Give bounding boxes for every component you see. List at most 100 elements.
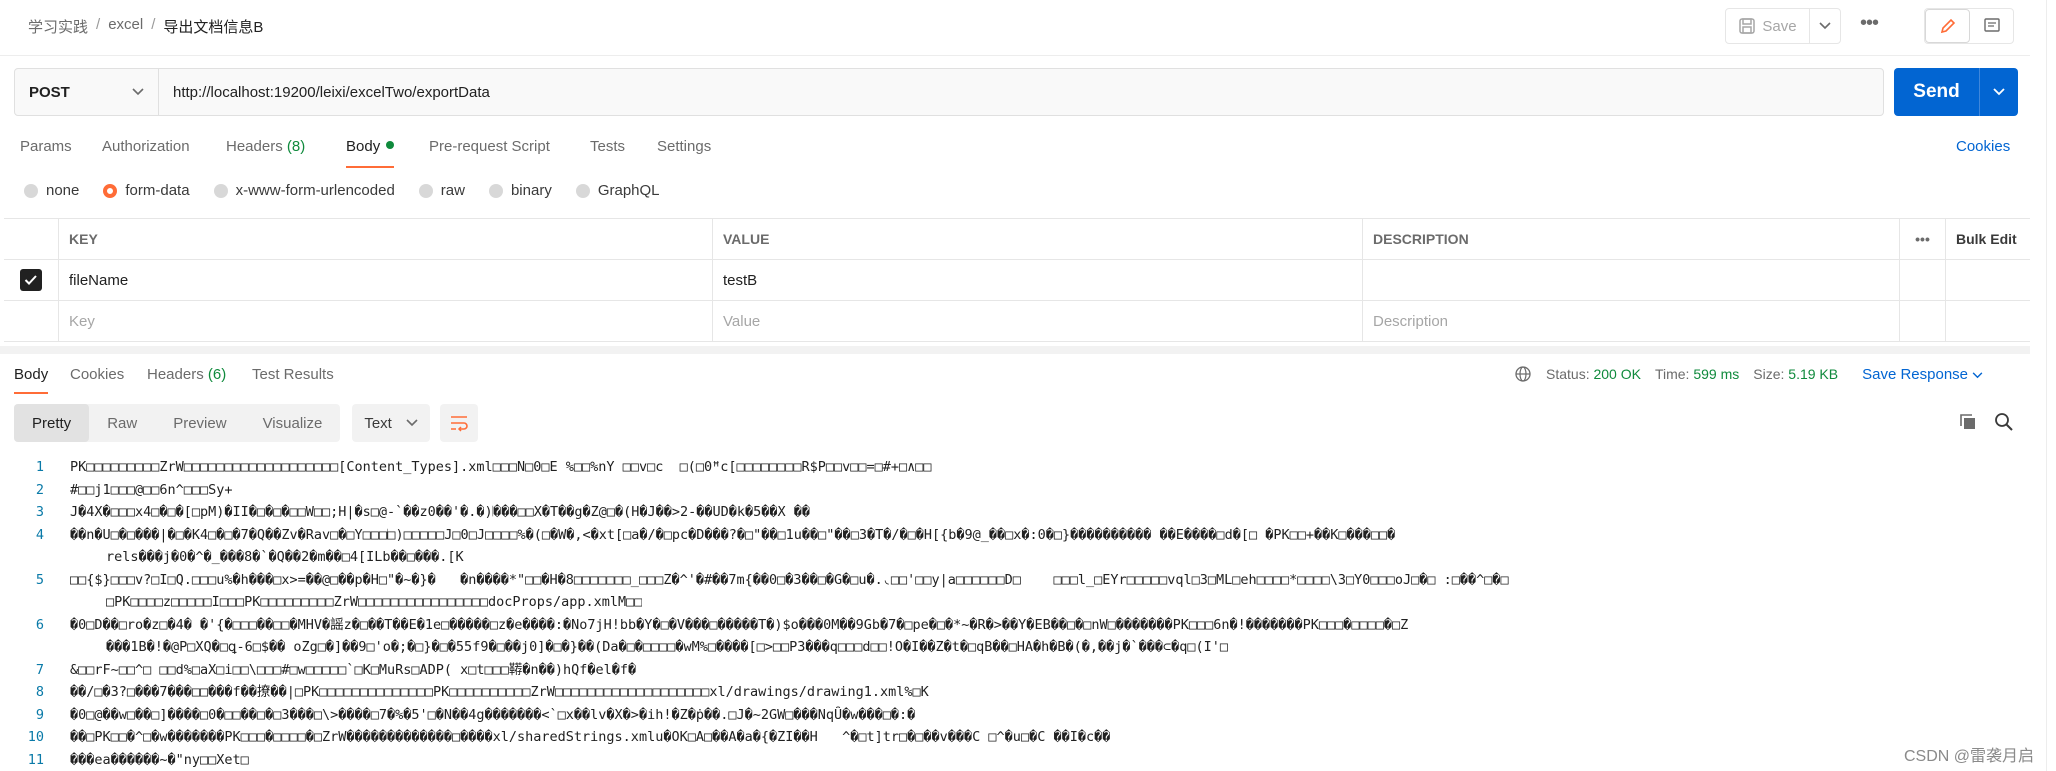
row-key-cell[interactable]: fileName: [59, 260, 713, 300]
body-type-options: none form-data x-www-form-urlencoded raw…: [24, 182, 660, 199]
response-tab-headers[interactable]: Headers (6): [147, 366, 226, 383]
documentation-mode-button[interactable]: [1970, 9, 2013, 43]
size-readout: Size: 5.19 KB: [1753, 366, 1838, 382]
tab-params[interactable]: Params: [20, 138, 72, 155]
send-button[interactable]: Send: [1894, 68, 1980, 116]
search-icon[interactable]: [1994, 412, 2014, 432]
tab-body[interactable]: Body: [346, 138, 395, 168]
response-view-toolbar: Pretty Raw Preview Visualize Text: [14, 403, 478, 443]
body-type-graphql[interactable]: GraphQL: [575, 182, 660, 199]
line-text: �0□D��□ro�z□�4� �'{�□□□��□□�MHV�謡z�□��T�…: [70, 616, 1409, 633]
edit-mode-button[interactable]: [1925, 9, 1970, 43]
row-checkbox-cell: [4, 260, 59, 300]
radio-icon: [24, 183, 38, 198]
tab-authorization[interactable]: Authorization: [102, 138, 190, 155]
chevron-down-icon: [1819, 22, 1831, 30]
body-type-binary[interactable]: binary: [488, 182, 552, 199]
tab-pre-request-script[interactable]: Pre-request Script: [429, 138, 550, 155]
globe-icon[interactable]: [1514, 365, 1532, 383]
row-spacer: [1946, 260, 2030, 300]
radio-icon: [575, 183, 590, 198]
code-line-wrapped: rels���j�0�^�_���8�`�Q��2�m��□4[ILb��□��…: [0, 546, 2005, 569]
line-text: �0□@��w□��□]����□0�□□��□�□3���□\>����□7�…: [70, 706, 916, 723]
column-options-button[interactable]: •••: [1900, 219, 1946, 259]
row-spacer: [1900, 301, 1946, 341]
line-text: ��□PK□□�^□�w�������PK□□□�□□□□�□ZrW������…: [70, 729, 1111, 745]
line-number: 8: [35, 684, 44, 700]
response-tab-test-results[interactable]: Test Results: [252, 366, 334, 383]
line-number: 5: [35, 571, 44, 588]
breadcrumb-collection[interactable]: 学习实践: [28, 16, 88, 37]
column-header-key: KEY: [59, 219, 713, 259]
more-actions-button[interactable]: •••: [1860, 12, 1879, 35]
request-tabs: Params Authorization Headers (8) Body Pr…: [0, 132, 2030, 168]
pencil-icon: [1940, 18, 1955, 34]
new-value-input[interactable]: Value: [713, 301, 1363, 341]
pane-divider[interactable]: [0, 346, 2030, 354]
checkmark-icon: [24, 275, 37, 285]
breadcrumb-separator: /: [151, 16, 156, 33]
code-line-wrapped: □PK□□□□z□□□□□I□□□PK□□□□□□□□□ZrW□□□□□□□□□…: [0, 591, 2005, 614]
code-line: 6 �0□D��□ro�z□�4� �'{�□□□��□□�MHV�謡z�□��T…: [0, 614, 2005, 637]
bulk-edit-button[interactable]: Bulk Edit: [1946, 219, 2030, 259]
time-label: Time:: [1654, 366, 1690, 382]
cookies-link[interactable]: Cookies: [1956, 138, 2010, 155]
send-options-button[interactable]: [1980, 68, 2018, 116]
wrap-lines-button[interactable]: [439, 404, 478, 442]
method-select[interactable]: POST: [15, 69, 159, 115]
send-button-group: Send: [1894, 68, 2018, 116]
row-value-cell[interactable]: testB: [713, 260, 1363, 300]
view-visualize-button[interactable]: Visualize: [245, 404, 341, 442]
tab-tests[interactable]: Tests: [590, 138, 625, 155]
line-number: 7: [35, 661, 44, 678]
response-status-area: Status: 200 OK Time: 599 ms Size: 5.19 K…: [1514, 365, 1983, 383]
top-bar: 学习实践 / excel / 导出文档信息B Save •••: [0, 0, 2030, 56]
size-label: Size:: [1753, 366, 1785, 382]
view-preview-button[interactable]: Preview: [155, 404, 244, 442]
response-tab-headers-count: (6): [207, 366, 227, 383]
time-value: 599 ms: [1693, 366, 1740, 382]
view-pretty-button[interactable]: Pretty: [14, 404, 90, 442]
right-sidebar-rail: [2046, 0, 2056, 771]
chevron-down-icon: [1993, 88, 2005, 96]
save-button[interactable]: Save: [1726, 9, 1810, 43]
format-select[interactable]: Text: [352, 404, 430, 442]
code-line: 7 &□□rF~□□^□ □□d%□aX□i□□\□□□#□w□□□□□`□K□M…: [0, 659, 2005, 682]
body-type-form-data[interactable]: form-data: [103, 182, 190, 199]
code-line: 2 #□□j1□□□@□□6n^□□□Sy+: [0, 479, 2005, 502]
save-response-button[interactable]: Save Response: [1862, 366, 1983, 383]
line-number: 10: [27, 729, 44, 745]
new-key-input[interactable]: Key: [59, 301, 713, 341]
format-label: Text: [364, 414, 392, 432]
body-type-raw[interactable]: raw: [418, 182, 465, 199]
body-type-none[interactable]: none: [24, 182, 79, 199]
new-description-input[interactable]: Description: [1363, 301, 1900, 341]
line-number: 3: [35, 504, 44, 520]
row-enabled-checkbox[interactable]: [20, 269, 42, 291]
breadcrumb-request-name[interactable]: 导出文档信息B: [163, 16, 263, 37]
save-options-button[interactable]: [1810, 9, 1840, 43]
tab-headers[interactable]: Headers (8): [226, 138, 305, 155]
response-tab-cookies[interactable]: Cookies: [70, 366, 124, 383]
body-type-urlencoded[interactable]: x-www-form-urlencoded: [213, 182, 395, 199]
view-raw-button[interactable]: Raw: [89, 404, 155, 442]
line-text: &□□rF~□□^□ □□d%□aX□i□□\□□□#□w□□□□□`□K□Mu…: [70, 661, 637, 678]
table-header-row: KEY VALUE DESCRIPTION ••• Bulk Edit: [4, 219, 2030, 260]
url-input[interactable]: http://localhost:19200/leixi/excelTwo/ex…: [159, 84, 490, 101]
row-description-cell[interactable]: [1363, 260, 1900, 300]
radio-label: GraphQL: [597, 182, 660, 199]
column-header-value: VALUE: [713, 219, 1363, 259]
response-body-editor[interactable]: 1 PK□□□□□□□□□ZrW□□□□□□□□□□□□□□□□□□□[Conte…: [0, 456, 2005, 771]
tab-settings[interactable]: Settings: [657, 138, 711, 155]
chevron-down-icon: [1972, 371, 1983, 378]
code-line: 5 □□{$}□□□v?□I□Q.□□□u%�h���□x>=��@□��p�H□…: [0, 569, 2005, 592]
response-tab-body[interactable]: Body: [14, 366, 49, 394]
row-spacer: [1900, 260, 1946, 300]
line-text: □□{$}□□□v?□I□Q.□□□u%�h���□x>=��@□��p�H□"…: [70, 571, 1509, 588]
code-line: 8 ��/□�3?□���7���□□���f��撩��|□PK□□□□□□□□□…: [0, 681, 2005, 704]
line-number-blank: [0, 636, 58, 659]
line-text: #□□j1□□□@□□6n^□□□Sy+: [70, 481, 233, 498]
breadcrumb-folder[interactable]: excel: [108, 16, 143, 37]
time-readout: Time: 599 ms: [1655, 366, 1739, 382]
copy-icon[interactable]: [1958, 412, 1978, 432]
